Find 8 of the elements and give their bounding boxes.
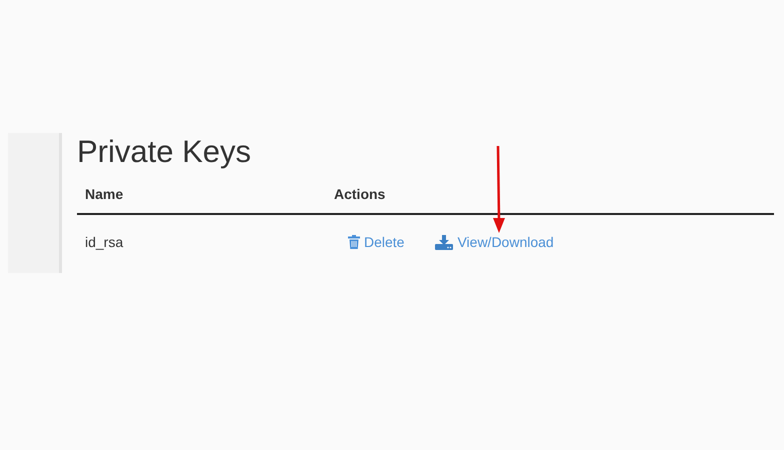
column-header: Actions — [334, 184, 386, 204]
download-icon — [435, 234, 454, 250]
key-name: id_rsa — [85, 232, 124, 252]
page-title: Private Keys — [77, 134, 252, 170]
delete-link[interactable]: Delete — [348, 232, 404, 252]
trash-icon — [348, 235, 360, 249]
column-header: Name — [85, 184, 124, 204]
download-link[interactable]: View/Download — [435, 232, 554, 252]
